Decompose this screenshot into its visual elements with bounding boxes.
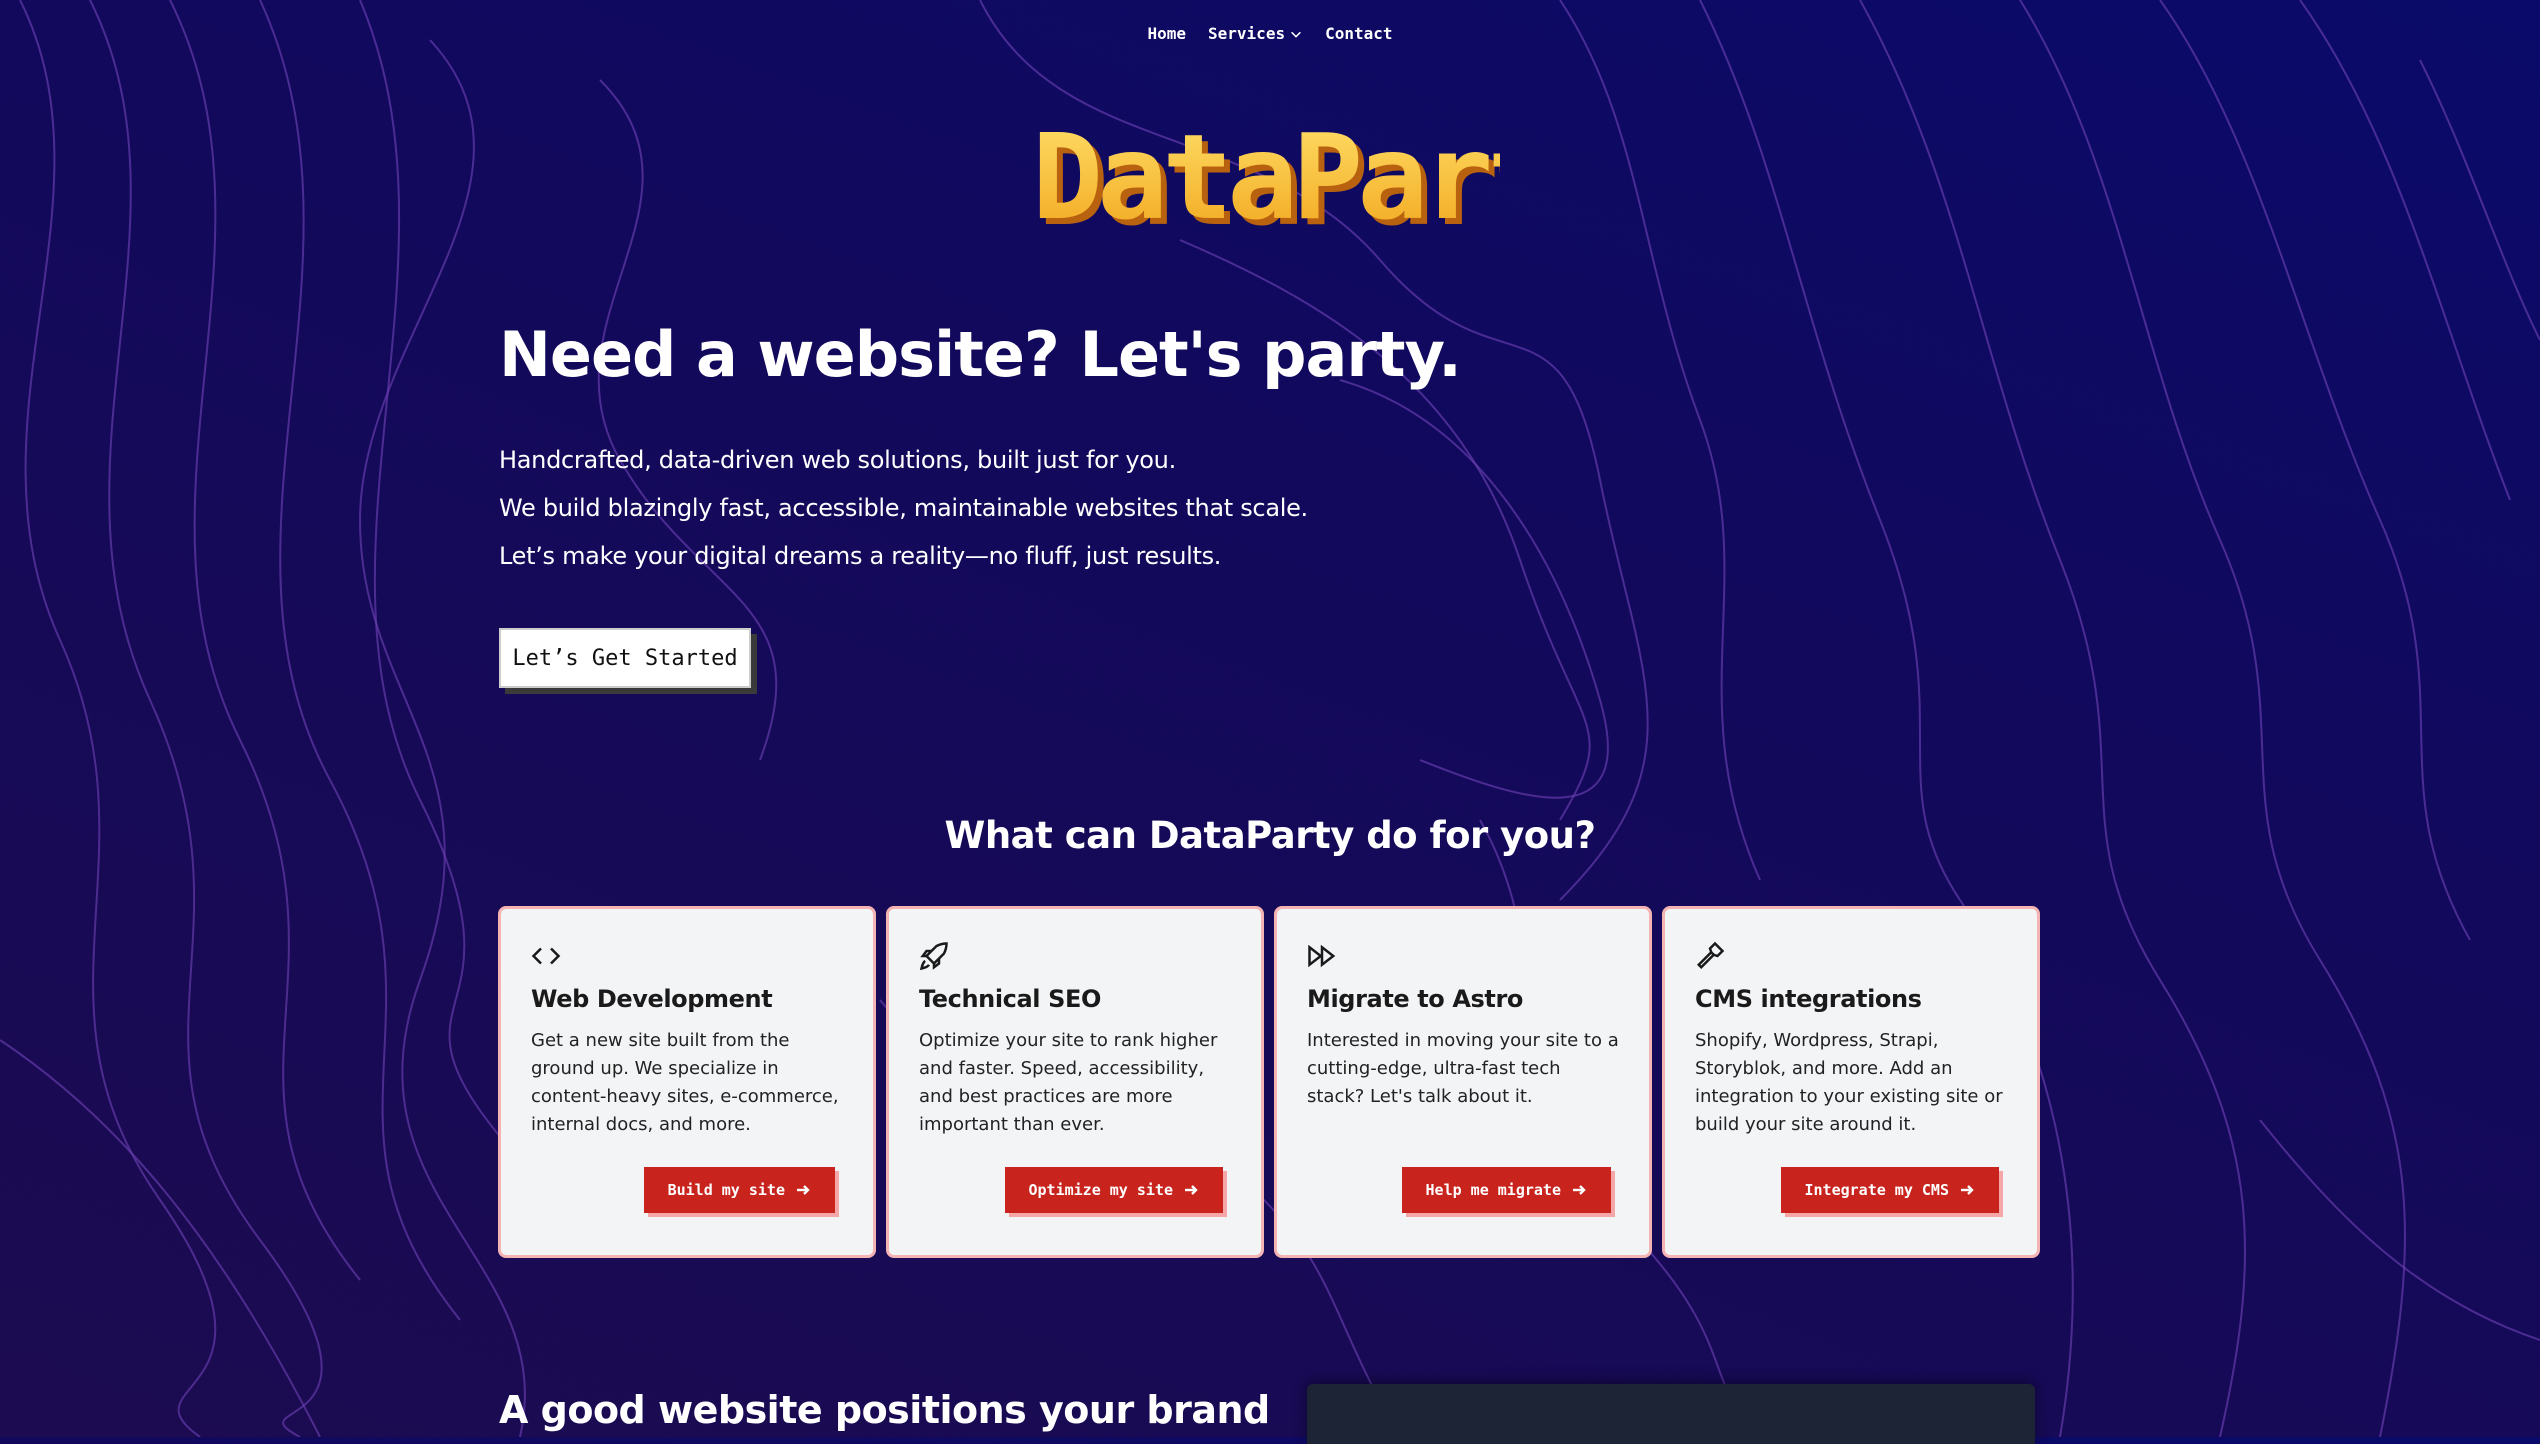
fast-forward-icon: [1307, 941, 1619, 975]
service-card-web-development: Web Development Get a new site built fro…: [501, 909, 873, 1255]
optimize-my-site-button[interactable]: Optimize my site: [1004, 1167, 1223, 1213]
main-nav: Home Services Contact: [0, 24, 2540, 43]
svg-text:DataParty: DataParty: [1032, 120, 1500, 246]
card-body: Interested in moving your site to a cutt…: [1307, 1030, 1619, 1107]
service-card-migrate-to-astro: Migrate to Astro Interested in moving yo…: [1277, 909, 1649, 1255]
brand-section-title: A good website positions your brand: [499, 1388, 1270, 1432]
arrow-right-icon: [1573, 1185, 1586, 1195]
nav-services-label: Services: [1208, 24, 1286, 43]
get-started-button[interactable]: Let’s Get Started: [499, 628, 751, 688]
card-title: Technical SEO: [919, 985, 1101, 1013]
service-card-technical-seo: Technical SEO Optimize your site to rank…: [889, 909, 1261, 1255]
card-body: Shopify, Wordpress, Strapi, Storyblok, a…: [1695, 1030, 2003, 1135]
card-title: CMS integrations: [1695, 985, 1922, 1013]
brand-preview-panel: [1307, 1384, 2035, 1444]
hammer-icon: [1695, 941, 2007, 975]
dataparty-logo[interactable]: DataParty DataParty: [1030, 120, 1500, 250]
hero-description: Handcrafted, data-driven web solutions, …: [499, 436, 1308, 580]
services-title: What can DataParty do for you?: [944, 814, 1596, 857]
integrate-my-cms-button[interactable]: Integrate my CMS: [1780, 1167, 1999, 1213]
build-my-site-button[interactable]: Build my site: [643, 1167, 835, 1213]
nav-services-dropdown[interactable]: Services: [1208, 24, 1303, 43]
hero-line-1: Handcrafted, data-driven web solutions, …: [499, 446, 1176, 474]
arrow-right-icon: [797, 1185, 810, 1195]
chevron-down-icon: [1291, 31, 1302, 38]
arrow-right-icon: [1961, 1185, 1974, 1195]
service-card-cms-integrations: CMS integrations Shopify, Wordpress, Str…: [1665, 909, 2037, 1255]
card-body: Get a new site built from the ground up.…: [531, 1030, 839, 1135]
nav-home-link[interactable]: Home: [1147, 24, 1186, 43]
help-me-migrate-button[interactable]: Help me migrate: [1401, 1167, 1611, 1213]
hero-title: Need a website? Let's party.: [499, 318, 1462, 391]
card-title: Web Development: [531, 985, 773, 1013]
arrow-right-icon: [1185, 1185, 1198, 1195]
card-title: Migrate to Astro: [1307, 985, 1523, 1013]
hero-line-3: Let’s make your digital dreams a reality…: [499, 542, 1222, 570]
code-icon: [531, 941, 843, 975]
card-body: Optimize your site to rank higher and fa…: [919, 1030, 1218, 1135]
hero-line-2: We build blazingly fast, accessible, mai…: [499, 494, 1308, 522]
nav-contact-link[interactable]: Contact: [1325, 24, 1392, 43]
rocket-icon: [919, 941, 1231, 975]
